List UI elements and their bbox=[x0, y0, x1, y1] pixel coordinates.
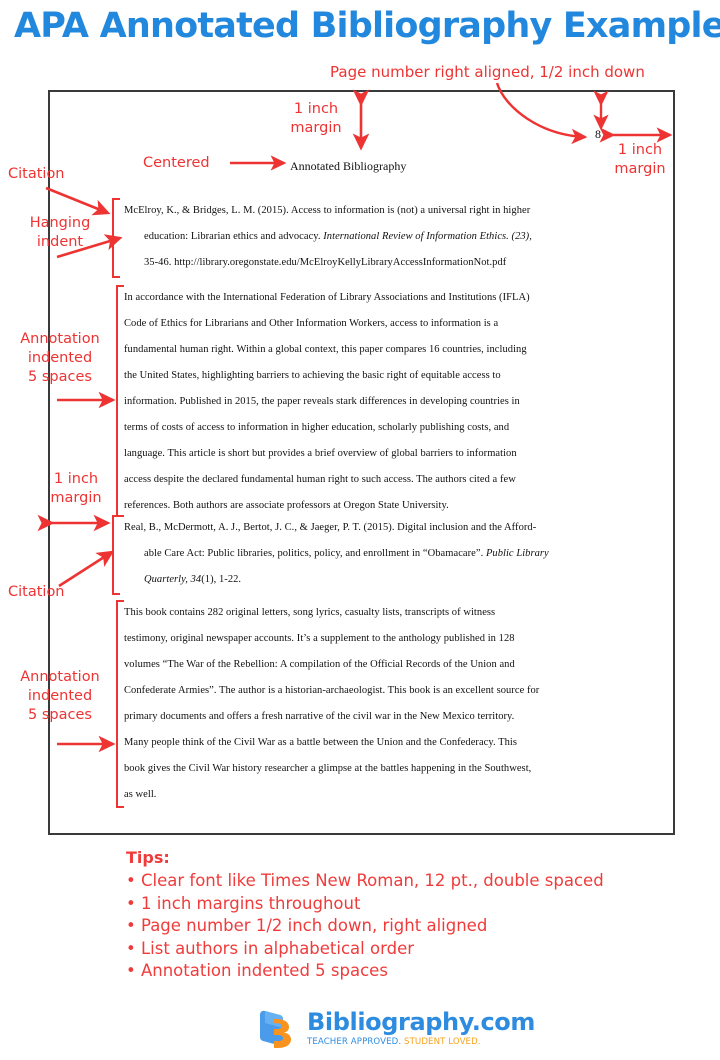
annotation-line: volumes “The War of the Rebellion: A com… bbox=[124, 659, 515, 670]
annotation-line: the United States, highlighting barriers… bbox=[124, 370, 501, 381]
callout-left-margin: 1 inch margin bbox=[50, 471, 102, 506]
citation-line: 35-46. http://library.oregonstate.edu/Mc… bbox=[144, 257, 507, 268]
citation-block-1: McElroy, K., & Bridges, L. M. (2015). Ac… bbox=[124, 198, 614, 276]
annotation-line: language. This article is short but prov… bbox=[124, 448, 517, 459]
annotation-line: In accordance with the International Fed… bbox=[124, 292, 530, 303]
callout-hanging-indent: Hanging indent bbox=[29, 215, 91, 250]
citation-line: Real, B., McDermott, A. J., Bertot, J. C… bbox=[124, 522, 537, 533]
callout-page-number-note: Page number right aligned, 1/2 inch down bbox=[330, 63, 645, 81]
callout-citation-2: Citation bbox=[8, 584, 65, 600]
citation-block-2: Real, B., McDermott, A. J., Bertot, J. C… bbox=[124, 515, 614, 593]
tips-item: Clear font like Times New Roman, 12 pt.,… bbox=[126, 870, 604, 893]
page-number: 8 bbox=[595, 127, 601, 141]
annotation-line: primary documents and offers a fresh nar… bbox=[124, 711, 515, 722]
annotation-line: as well. bbox=[124, 789, 157, 800]
tips-list: Clear font like Times New Roman, 12 pt.,… bbox=[126, 870, 604, 983]
citation-line: Quarterly, 34(1), 1-22. bbox=[144, 574, 242, 585]
callout-centered: Centered bbox=[143, 155, 210, 171]
annotation-line: fundamental human right. Within a global… bbox=[124, 344, 527, 355]
citation-bracket-1 bbox=[112, 198, 120, 278]
citation-line: education: Librarian ethics and advocacy… bbox=[144, 231, 532, 242]
annotation-block-2: This book contains 282 original letters,… bbox=[124, 600, 614, 808]
annotation-block-1: In accordance with the International Fed… bbox=[124, 285, 614, 519]
annotation-line: information. Published in 2015, the pape… bbox=[124, 396, 520, 407]
logo-name: Bibliography.com bbox=[307, 1008, 535, 1036]
tips-item: Annotation indented 5 spaces bbox=[126, 960, 604, 983]
tips-item: Page number 1/2 inch down, right aligned bbox=[126, 915, 604, 938]
annotation-line: This book contains 282 original letters,… bbox=[124, 607, 496, 618]
citation-bracket-2 bbox=[112, 515, 120, 595]
document-heading: Annotated Bibliography bbox=[290, 159, 407, 173]
logo-wordmark: Bibliography.com TEACHER APPROVED. STUDE… bbox=[307, 1010, 535, 1048]
tips-item: 1 inch margins throughout bbox=[126, 893, 604, 916]
tips-section: Tips: Clear font like Times New Roman, 1… bbox=[126, 848, 604, 983]
callout-citation-1: Citation bbox=[8, 166, 65, 182]
callout-right-margin: 1 inch margin bbox=[614, 142, 666, 177]
logo-tagline-orange: STUDENT LOVED. bbox=[404, 1037, 481, 1047]
annotation-line: book gives the Civil War history researc… bbox=[124, 763, 532, 774]
annotation-line: Many people think of the Civil War as a … bbox=[124, 737, 518, 748]
logo-tagline: TEACHER APPROVED. STUDENT LOVED. bbox=[307, 1036, 535, 1048]
annotation-line: terms of costs of access to information … bbox=[124, 422, 510, 433]
bibliography-logo[interactable]: Bibliography.com TEACHER APPROVED. STUDE… bbox=[256, 1008, 535, 1050]
annotation-line: Code of Ethics for Librarians and Other … bbox=[124, 318, 499, 329]
annotation-bracket-2 bbox=[116, 600, 124, 808]
tips-item: List authors in alphabetical order bbox=[126, 938, 604, 961]
annotation-line: Confederate Armies”. The author is a his… bbox=[124, 685, 540, 696]
callout-annotation-indent-2: Annotation indented 5 spaces bbox=[20, 669, 100, 723]
logo-tagline-blue: TEACHER APPROVED. bbox=[307, 1037, 402, 1047]
citation-line: McElroy, K., & Bridges, L. M. (2015). Ac… bbox=[124, 205, 531, 216]
citation-line: able Care Act: Public libraries, politic… bbox=[144, 548, 549, 559]
callout-top-margin: 1 inch margin bbox=[290, 101, 342, 136]
annotation-bracket-1 bbox=[116, 285, 124, 517]
annotation-line: access despite the declared fundamental … bbox=[124, 474, 516, 485]
tips-title: Tips: bbox=[126, 848, 170, 867]
page-title: APA Annotated Bibliography Example bbox=[14, 6, 720, 46]
callout-annotation-indent-1: Annotation indented 5 spaces bbox=[20, 331, 100, 385]
book-b-logo-icon bbox=[260, 1010, 291, 1048]
annotation-line: testimony, original newspaper accounts. … bbox=[124, 633, 515, 644]
